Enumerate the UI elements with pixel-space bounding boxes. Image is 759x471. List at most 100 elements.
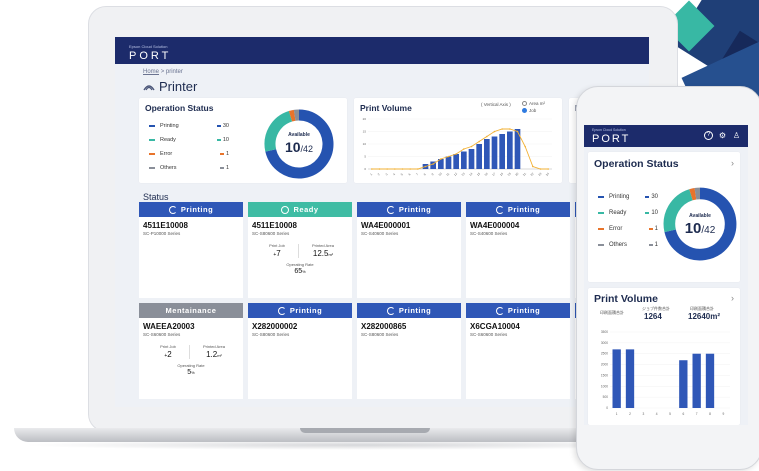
legend-count: 1 (225, 165, 229, 171)
phone-print-volume-card[interactable]: Print Volume › 印刷面積合計 ジョブ件数合計 1264 印刷面積合… (588, 288, 740, 425)
user-icon[interactable]: ♙ (732, 131, 741, 140)
radio-job[interactable]: Job (522, 108, 536, 113)
operating-rate-unit: % (191, 370, 195, 375)
status-card-header: Printing (139, 202, 243, 217)
printed-area-value: 12.5m² (306, 249, 340, 258)
x-tick-label: 7 (696, 412, 698, 416)
status-card[interactable]: Ready 4511E10008 SC-S80600 Series Print Job… (248, 202, 352, 298)
legend-row-error: Error 1 (598, 226, 658, 232)
refresh-icon (277, 306, 286, 315)
x-tick-label: 21 (522, 171, 527, 176)
legend-count-swatch (219, 153, 224, 155)
status-card[interactable]: Printing 4511E10008 SC-P10000 Series (139, 202, 243, 298)
radio-area-circle[interactable] (522, 101, 527, 106)
point-area (378, 168, 381, 170)
status-card-model: SC-P10000 Series (143, 231, 181, 236)
status-card-model: SC-S40600 Series (361, 231, 399, 236)
legend-swatch (149, 153, 155, 155)
status-card-model: SC-S80600 Series (252, 231, 290, 236)
bar-job (468, 149, 475, 169)
status-card-state: Printing (398, 306, 432, 315)
status-card[interactable]: Printing X282000865 SC-S80600 Series (357, 303, 461, 399)
radio-job-label: Job (529, 108, 537, 113)
stat-3-value: 12640m² (688, 312, 721, 321)
status-card[interactable]: Printing WA4E000001 SC-S40600 Series (357, 202, 461, 298)
point-area (501, 128, 503, 130)
legend-label: Others (609, 242, 628, 248)
status-card-header: Ready (248, 202, 352, 217)
point-area (401, 168, 404, 170)
point-area (371, 168, 373, 170)
status-card-header: Printing (357, 303, 461, 318)
printed-area-label: Printed Area (202, 344, 225, 349)
legend-row-printing: Printing 30 (598, 194, 658, 200)
refresh-icon (386, 306, 395, 315)
x-tick-label: 16 (484, 171, 489, 176)
radio-area[interactable]: Area m² (522, 101, 545, 106)
legend-count: 1 (225, 151, 229, 157)
chevron-right-icon[interactable]: › (731, 293, 734, 303)
line-area (371, 128, 549, 170)
bar-job (484, 139, 490, 169)
x-tick-label: 5 (400, 172, 404, 176)
legend-count-wrap: 1 (648, 242, 658, 248)
phone-operation-status-card[interactable]: Operation Status › Printing 30 Ready 10 Erro… (588, 152, 740, 282)
legend-row-error: Error 1 (149, 151, 229, 157)
point-area (440, 158, 442, 160)
point-area (470, 145, 473, 148)
legend-count-wrap: 1 (219, 165, 229, 171)
legend-swatch (598, 228, 604, 230)
legend-count-swatch (219, 167, 224, 169)
y-tick-label: 10 (363, 142, 367, 146)
status-card[interactable]: Mentainance WAEEA20003 SC-S60600 Series Pri… (139, 303, 243, 399)
point-area (424, 165, 427, 168)
legend-count-wrap: 30 (645, 194, 658, 200)
operating-rate-number: 65 (294, 268, 303, 275)
status-card-serial: WA4E000001 (361, 221, 411, 230)
brand-logo[interactable]: PORT (129, 50, 171, 62)
breadcrumb-home[interactable]: Home (143, 69, 159, 75)
point-area (532, 165, 534, 168)
legend-swatch (149, 125, 155, 127)
status-card-header: Printing (466, 202, 570, 217)
chevron-right-icon[interactable]: › (731, 158, 734, 168)
y-tick-label: 0 (364, 167, 366, 171)
phone-header: Epson Cloud Solution PORT ? ⚙ ♙ (584, 125, 748, 147)
help-icon[interactable]: ? (704, 131, 713, 140)
gear-icon[interactable]: ⚙ (718, 131, 727, 140)
legend-count: 30 (651, 194, 658, 200)
x-tick-label: 20 (514, 171, 519, 176)
legend-count-swatch (216, 139, 221, 141)
status-card-model: SC-S80600 Series (252, 332, 290, 337)
check-circle-icon (281, 205, 290, 214)
point-area (509, 128, 511, 130)
x-tick-label: 10 (438, 171, 443, 176)
status-card-header: Printing (466, 303, 570, 318)
radio-job-circle[interactable] (522, 108, 527, 113)
status-card[interactable]: Printing WA4E000004 SC-S40600 Series (466, 202, 570, 298)
legend-row-others: Others 1 (598, 242, 658, 248)
breadcrumb: Home > printer (143, 69, 183, 75)
x-tick-label: 19 (507, 171, 512, 176)
print-job-number: 7 (276, 249, 281, 258)
phone-donut-label: Available (689, 213, 711, 219)
status-card[interactable]: Printing X6CGA10004 SC-S60600 Series (466, 303, 570, 399)
legend-count-swatch (645, 196, 650, 198)
donut-slice-error (689, 187, 697, 201)
donut-slice-error (288, 109, 296, 122)
print-job-value: +7 (262, 249, 292, 258)
refresh-icon (495, 306, 504, 315)
operation-status-title: Operation Status (145, 103, 214, 113)
status-card[interactable]: Printing X282000002 SC-S80600 Series (248, 303, 352, 399)
printed-area-unit: m² (217, 353, 222, 358)
phone-bar (692, 353, 701, 408)
legend-count-swatch (645, 212, 650, 214)
printer-icon (143, 85, 155, 91)
status-card-state: Mentainance (165, 306, 217, 315)
legend-count-wrap: 10 (216, 137, 229, 143)
donut-total: /42 (300, 144, 314, 154)
print-volume-card[interactable]: Print Volume ( Vertical Axis ) Area m² J… (354, 98, 562, 183)
operation-status-card[interactable]: Operation Status Printing 30 Ready 10 Error 1… (139, 98, 347, 183)
phone-brand-logo[interactable]: PORT (592, 133, 630, 145)
legend-label: Others (160, 165, 177, 171)
